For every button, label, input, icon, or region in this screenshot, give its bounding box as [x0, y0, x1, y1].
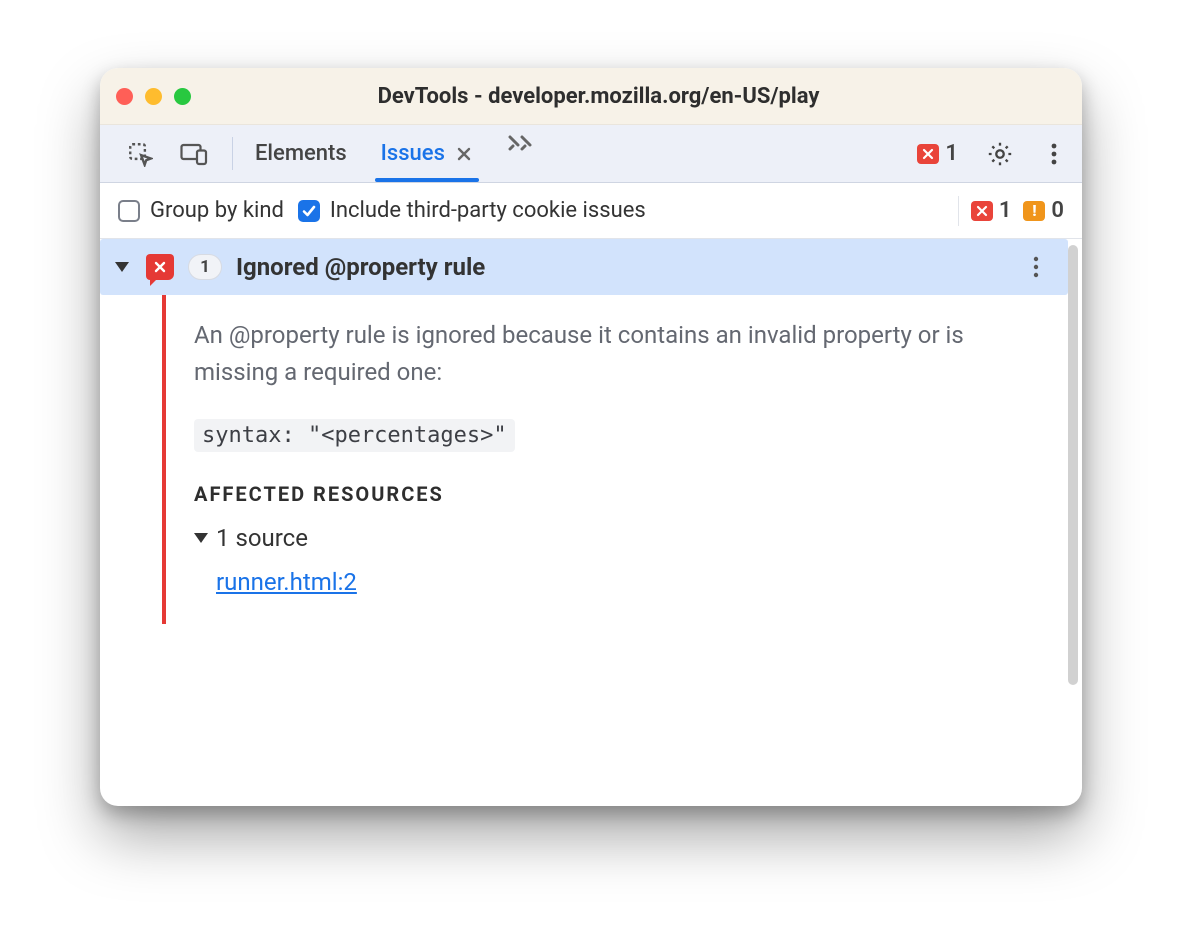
checkbox-icon [298, 200, 320, 222]
window-titlebar: DevTools - developer.mozilla.org/en-US/p… [100, 68, 1082, 125]
third-party-cookies-checkbox[interactable]: Include third-party cookie issues [298, 198, 646, 223]
issue-count-badge: 1 [188, 254, 222, 280]
checkbox-icon [118, 200, 140, 222]
separator [958, 196, 959, 226]
more-tabs-icon[interactable] [503, 125, 539, 161]
issue-body: An @property rule is ignored because it … [162, 295, 1068, 624]
error-icon [971, 201, 993, 221]
error-icon [917, 144, 939, 164]
tab-strip: Elements Issues [245, 125, 539, 182]
warning-count: 0 [1051, 198, 1064, 223]
error-count: 1 [999, 198, 1012, 223]
tab-label: Issues [381, 141, 445, 166]
issue-menu-icon[interactable] [1018, 249, 1054, 285]
issue-header[interactable]: 1 Ignored @property rule [100, 239, 1068, 295]
window-title: DevTools - developer.mozilla.org/en-US/p… [131, 84, 1066, 109]
device-toggle-icon[interactable] [176, 136, 212, 172]
tab-label: Elements [255, 141, 347, 166]
scrollbar[interactable] [1068, 245, 1078, 685]
checkbox-label: Group by kind [150, 198, 284, 223]
settings-icon[interactable] [982, 136, 1018, 172]
checkbox-label: Include third-party cookie issues [330, 198, 646, 223]
error-icon [146, 254, 174, 280]
error-count: 1 [945, 141, 958, 166]
tab-elements[interactable]: Elements [245, 125, 357, 182]
issues-filterbar: Group by kind Include third-party cookie… [100, 183, 1082, 239]
tab-issues[interactable]: Issues [371, 125, 483, 182]
group-by-kind-checkbox[interactable]: Group by kind [118, 198, 284, 223]
kebab-icon[interactable] [1036, 136, 1072, 172]
close-tab-icon[interactable] [455, 145, 473, 163]
error-count-badge[interactable]: 1 [917, 141, 958, 166]
inspect-icon[interactable] [122, 136, 158, 172]
devtools-toolbar: Elements Issues [100, 125, 1082, 183]
source-link[interactable]: runner.html:2 [216, 568, 1050, 596]
source-toggle[interactable]: 1 source [194, 524, 1050, 552]
warning-icon: ! [1023, 201, 1045, 221]
filter-warning-badge[interactable]: ! 0 [1023, 198, 1064, 223]
chevron-down-icon [112, 261, 132, 273]
issue-title: Ignored @property rule [236, 253, 485, 281]
issue-description: An @property rule is ignored because it … [194, 317, 1050, 391]
issues-content: 1 Ignored @property rule An @property ru… [100, 239, 1082, 806]
source-count: 1 source [216, 524, 308, 552]
affected-resources-label: AFFECTED RESOURCES [194, 482, 1050, 506]
issue-code: syntax: "<percentages>" [194, 419, 515, 452]
devtools-window: DevTools - developer.mozilla.org/en-US/p… [100, 68, 1082, 806]
filter-error-badge[interactable]: 1 [971, 198, 1012, 223]
